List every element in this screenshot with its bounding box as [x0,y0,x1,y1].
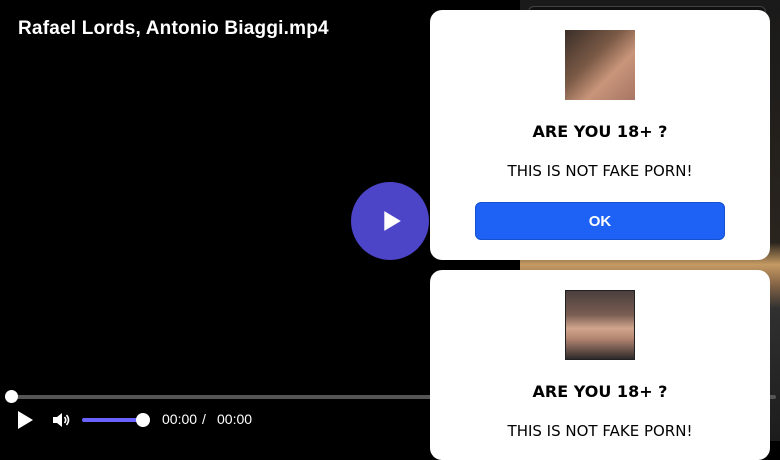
age-popup-second: ARE YOU 18+ ? THIS IS NOT FAKE PORN! [430,270,770,460]
play-icon [384,211,401,231]
progress-handle[interactable] [5,390,18,403]
profile-avatar [565,290,635,360]
video-title: Rafael Lords, Antonio Biaggi.mp4 [18,18,329,39]
popup-question: ARE YOU 18+ ? [532,382,668,401]
popup-message: THIS IS NOT FAKE PORN! [507,422,693,440]
profile-avatar [565,30,635,100]
current-time: 00:00 [162,411,198,427]
volume-slider[interactable] [82,418,144,422]
volume-icon[interactable] [51,410,71,430]
popup-question: ARE YOU 18+ ? [532,122,668,141]
play-control-icon[interactable] [14,409,36,431]
big-play-button[interactable] [351,182,429,260]
age-popup: ARE YOU 18+ ? THIS IS NOT FAKE PORN! OK [430,10,770,260]
volume-handle[interactable] [136,413,150,427]
time-separator: / [202,411,206,427]
duration: 00:00 [217,411,253,427]
ok-button[interactable]: OK [475,202,725,240]
popup-message: THIS IS NOT FAKE PORN! [507,162,693,180]
